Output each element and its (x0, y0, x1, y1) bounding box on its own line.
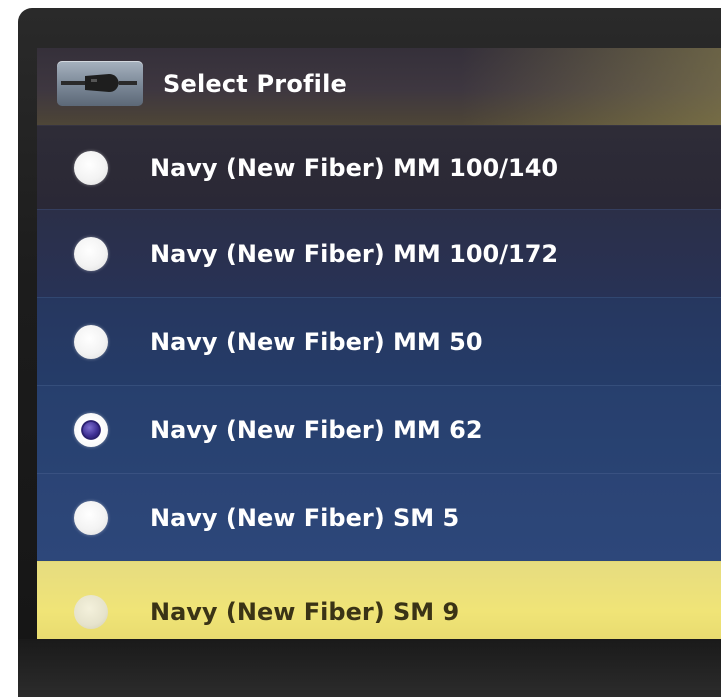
radio-button[interactable] (74, 150, 108, 185)
profile-label: Navy (New Fiber) MM 50 (150, 327, 483, 356)
radio-button[interactable] (74, 594, 108, 629)
fiber-connector-icon[interactable] (57, 61, 143, 106)
radio-button-selected[interactable] (74, 412, 108, 447)
radio-button[interactable] (74, 236, 108, 271)
radio-button[interactable] (74, 324, 108, 359)
profile-label: Navy (New Fiber) MM 62 (150, 415, 483, 444)
radio-button[interactable] (74, 500, 108, 535)
bezel-bottom (18, 639, 721, 697)
profile-label: Navy (New Fiber) MM 100/140 (150, 153, 559, 182)
profile-label: Navy (New Fiber) SM 5 (150, 503, 460, 532)
profile-option-selected[interactable]: Navy (New Fiber) MM 62 (37, 385, 721, 473)
profile-option-highlighted[interactable]: Navy (New Fiber) SM 9 (37, 561, 721, 639)
profile-label: Navy (New Fiber) SM 9 (150, 597, 460, 626)
profile-option[interactable]: Navy (New Fiber) SM 5 (37, 473, 721, 561)
page-title: Select Profile (163, 70, 348, 98)
profile-option[interactable]: Navy (New Fiber) MM 100/172 (37, 209, 721, 297)
profile-option[interactable]: Navy (New Fiber) MM 100/140 (37, 125, 721, 209)
profile-option[interactable]: Navy (New Fiber) MM 50 (37, 297, 721, 385)
profile-label: Navy (New Fiber) MM 100/172 (150, 239, 559, 268)
device-screen: Select Profile Navy (New Fiber) MM 100/1… (37, 48, 721, 639)
device-bezel: Select Profile Navy (New Fiber) MM 100/1… (18, 8, 721, 697)
profile-list: Navy (New Fiber) MM 100/140 Navy (New Fi… (37, 125, 721, 639)
